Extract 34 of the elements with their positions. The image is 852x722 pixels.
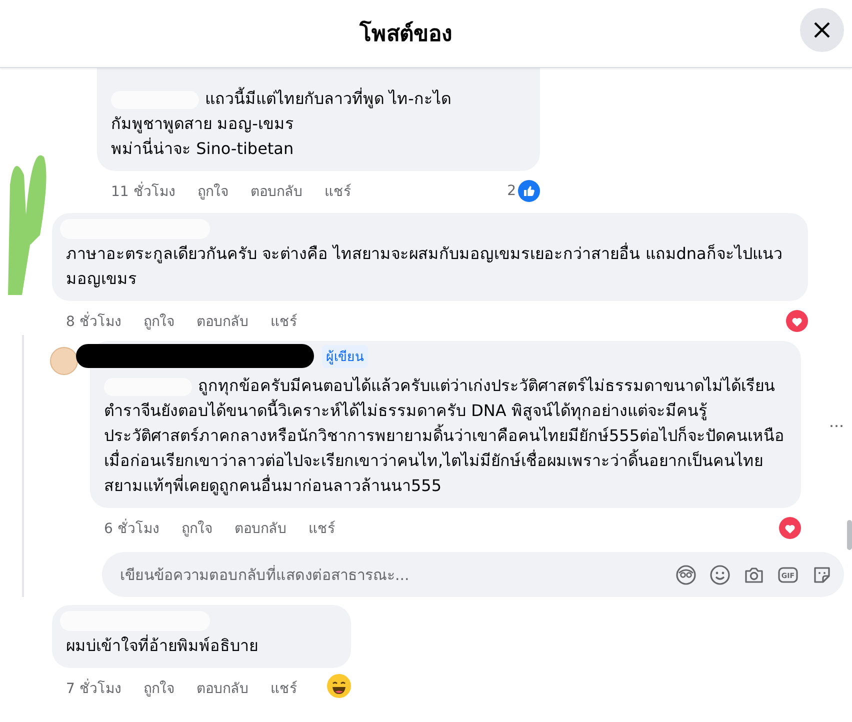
- comment-action[interactable]: แชร์: [270, 310, 298, 332]
- comment-text: ภาษาอะตระกูลเดียวกันครับ จะต่างคือ ไทสยามจะผสมกับมอญเขมรเยอะกว่าสายอื่น แถมdnaก็จะไปแนวมอญเขมร: [66, 242, 784, 290]
- reaction-count: 2: [507, 183, 516, 199]
- comment-text: พม่านี่น่าจะ Sino-tibetan: [111, 136, 295, 160]
- comment-time: 7 ชั่วโมง: [66, 677, 122, 699]
- dialog-title: โพสต์ของ: [360, 20, 452, 49]
- author-badge: ผู้เขียน: [322, 344, 368, 368]
- comment-action[interactable]: ตอบกลับ: [196, 310, 248, 332]
- comment-text: กัมพูชาพูดสาย มอญ-เขมร: [111, 113, 295, 136]
- comment-action[interactable]: ถูกใจ: [197, 180, 228, 202]
- comment-action[interactable]: ตอบกลับ: [234, 517, 286, 539]
- comment-action[interactable]: ถูกใจ: [181, 517, 212, 539]
- comment-action[interactable]: แชร์: [308, 517, 336, 539]
- comment-action[interactable]: แชร์: [324, 180, 352, 202]
- laughing-emoji-icon[interactable]: [327, 674, 352, 698]
- scrollbar-thumb[interactable]: [847, 520, 852, 550]
- more-button[interactable]: ...: [828, 411, 844, 432]
- avatar-sticker-icon[interactable]: [674, 562, 698, 586]
- avatar[interactable]: [50, 347, 78, 375]
- comment-action[interactable]: แชร์: [270, 677, 298, 699]
- comment-text: แถวนี้มีแต่ไทยกับลาวที่พูด ไท-กะได: [111, 86, 526, 111]
- comment-action[interactable]: ตอบกลับ: [196, 677, 248, 699]
- smiley-icon[interactable]: [708, 562, 732, 586]
- close-button[interactable]: [800, 8, 844, 52]
- comment-action[interactable]: ถูกใจ: [143, 310, 174, 332]
- comment-action[interactable]: ถูกใจ: [143, 677, 174, 699]
- comment-action[interactable]: ตอบกลับ: [250, 180, 302, 202]
- like-icon[interactable]: [518, 180, 540, 202]
- comment-text: ผมบ่เข้าใจที่อ้ายพิมพ์อธิบาย: [66, 634, 259, 657]
- comment-time: 11 ชั่วโมง: [111, 180, 176, 202]
- comment-time: 8 ชั่วโมง: [66, 310, 122, 332]
- comment-text: ถูกทุกข้อครับมีคนตอบได้แล้วครับแต่ว่าเก่งประวัติศาสตร์ไม่ธรรมดาขนาดไม่ได้เรียนตำราจีนยังตอบได้ขนาดนี้วิเคราะห์ได้ไม่ธรรมดาครับ DNA พิสูจน์ได้ทุกอย่างแต่จะมีคนรู้ประวัติศาสตร์ภาคกลางหรือนักวิชาการพยายามดิ้นว่าเขาคือคนไทยมียักษ์555ต่อไปก็จะปัดคนเหนือเมื่อก่อนเรียกเขาว่าลาวต่อไปจะเรียกเขาว่าคนไท,ไตไม่มียักษ์เชื่อผมเพราะว่าดิ้นอยากเป็นคนไทยสยามแท้ๆพี่เคยดูถูกคนอื่นมาก่อนลาวล้านนา555: [104, 375, 786, 498]
- comment-time: 6 ชั่วโมง: [104, 517, 160, 539]
- close-icon: [813, 21, 831, 39]
